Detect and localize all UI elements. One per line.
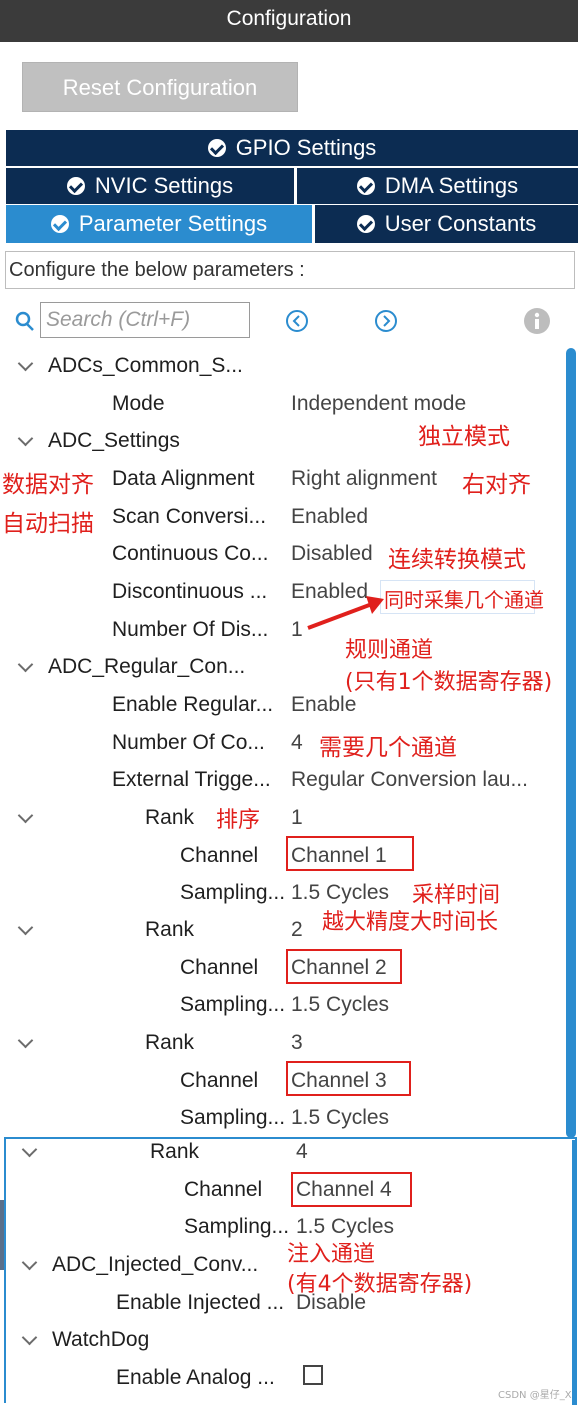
rank-1-sampling-value[interactable]: 1.5 Cycles — [291, 881, 389, 905]
chevron-down-icon[interactable] — [17, 656, 34, 673]
rank-3-sampling-label: Sampling... — [180, 1106, 286, 1129]
annotation-independent-mode: 独立模式 — [418, 424, 510, 450]
chevron-down-icon[interactable] — [17, 919, 34, 936]
rank-4-value[interactable]: 4 — [296, 1140, 308, 1164]
rank-4-sampling-label: Sampling... — [184, 1215, 290, 1238]
param-data-alignment-value[interactable]: Right alignment — [291, 467, 437, 491]
param-external-trigger-label: External Trigge... — [112, 768, 271, 791]
param-continuous-value[interactable]: Disabled — [291, 542, 373, 566]
chevron-down-icon[interactable] — [17, 1032, 34, 1049]
highlight-box — [291, 1172, 412, 1207]
watermark: CSDN @星仔_X — [498, 1390, 572, 1401]
tab-dma-settings[interactable]: DMA Settings — [297, 168, 578, 204]
tab-parameter-settings[interactable]: Parameter Settings — [6, 205, 312, 243]
chevron-down-icon[interactable] — [17, 355, 34, 372]
reset-configuration-button[interactable]: Reset Configuration — [22, 62, 298, 112]
group-adc-regular-conversion[interactable]: ADC_Regular_Con... — [48, 655, 245, 679]
param-number-of-conversion-value[interactable]: 4 — [291, 731, 303, 755]
annotation-auto-scan: 自动扫描 — [2, 511, 94, 537]
param-mode-value[interactable]: Independent mode — [291, 392, 466, 416]
annotation-injected-channel: 注入通道 — [287, 1242, 376, 1267]
group-adc-injected-conversion[interactable]: ADC_Injected_Conv... — [52, 1253, 258, 1277]
panel-edge-marker — [0, 1200, 4, 1270]
rank-4-label[interactable]: Rank — [150, 1140, 199, 1164]
param-data-alignment-label: Data Alignment — [112, 467, 255, 490]
tab-gpio-settings[interactable]: GPIO Settings — [6, 130, 578, 166]
param-scan-conversion-label: Scan Conversi... — [112, 505, 267, 528]
chevron-down-icon[interactable] — [17, 807, 34, 824]
rank-2-label[interactable]: Rank — [145, 918, 194, 942]
annotation-how-many-channels: 需要几个通道 — [319, 735, 457, 761]
annotation-regular-channel: 规则通道 — [345, 638, 434, 663]
group-adcs-common-settings[interactable]: ADCs_Common_S... — [48, 354, 243, 378]
search-icon — [15, 311, 34, 331]
param-enable-regular-label: Enable Regular... — [112, 693, 274, 716]
previous-match-icon[interactable] — [284, 308, 310, 334]
header-title: Configuration — [226, 7, 352, 30]
rank-1-channel-label: Channel — [180, 844, 259, 867]
param-number-of-dis-label: Number Of Dis... — [112, 618, 269, 641]
param-continuous-label: Continuous Co... — [112, 542, 269, 565]
param-enable-injected-label: Enable Injected ... — [116, 1291, 285, 1314]
param-mode-label: Mode — [112, 392, 165, 415]
check-circle-icon — [356, 177, 375, 195]
rank-3-label[interactable]: Rank — [145, 1031, 194, 1055]
rank-1-label[interactable]: Rank — [145, 806, 194, 830]
group-adc-settings[interactable]: ADC_Settings — [48, 429, 180, 453]
tab-user-constants[interactable]: User Constants — [315, 205, 578, 243]
check-circle-icon — [50, 215, 69, 233]
annotation-simultaneous: 同时采集几个通道 — [384, 588, 544, 612]
annotation-sort: 排序 — [216, 808, 261, 833]
rank-3-value[interactable]: 3 — [291, 1031, 303, 1055]
check-circle-icon — [207, 139, 226, 157]
check-circle-icon — [356, 215, 375, 233]
annotation-continuous-mode: 连续转换模式 — [388, 547, 526, 573]
param-external-trigger-value[interactable]: Regular Conversion lau... — [291, 768, 528, 792]
annotation-data-alignment: 数据对齐 — [2, 472, 94, 498]
arrow-annotation-icon — [307, 596, 384, 630]
chevron-down-icon[interactable] — [17, 430, 34, 447]
param-scan-conversion-value[interactable]: Enabled — [291, 505, 368, 529]
highlight-box — [286, 949, 402, 984]
enable-analog-checkbox[interactable] — [303, 1365, 323, 1385]
rank-2-sampling-value[interactable]: 1.5 Cycles — [291, 993, 389, 1017]
rank-2-sampling-label: Sampling... — [180, 993, 286, 1016]
check-circle-icon — [66, 177, 85, 195]
rank-3-sampling-value[interactable]: 1.5 Cycles — [291, 1106, 389, 1130]
next-match-icon[interactable] — [373, 308, 399, 334]
configure-parameters-label: Configure the below parameters : — [5, 251, 575, 289]
annotation-regular-channel-note: (只有1个数据寄存器) — [345, 670, 553, 695]
annotation-right-alignment: 右对齐 — [462, 472, 531, 498]
highlight-box — [286, 1061, 411, 1096]
vertical-scrollbar[interactable] — [566, 348, 576, 1138]
rank-1-value[interactable]: 1 — [291, 806, 303, 830]
rank-2-value[interactable]: 2 — [291, 918, 303, 942]
annotation-injected-note: (有4个数据寄存器) — [287, 1272, 473, 1297]
highlight-box — [286, 836, 414, 871]
param-discontinuous-label: Discontinuous ... — [112, 580, 268, 603]
annotation-sampling-note: 越大精度大时间长 — [322, 910, 499, 935]
tab-nvic-settings[interactable]: NVIC Settings — [6, 168, 294, 204]
group-watchdog[interactable]: WatchDog — [52, 1328, 149, 1352]
search-input[interactable]: Search (Ctrl+F) — [40, 302, 250, 338]
param-enable-analog-label: Enable Analog ... — [116, 1366, 275, 1389]
info-icon[interactable] — [522, 306, 552, 336]
param-number-of-conversion-label: Number Of Co... — [112, 731, 265, 754]
rank-2-channel-label: Channel — [180, 956, 259, 979]
rank-3-channel-label: Channel — [180, 1069, 259, 1092]
rank-1-sampling-label: Sampling... — [180, 881, 286, 904]
param-enable-regular-value[interactable]: Enable — [291, 693, 356, 717]
rank-4-channel-label: Channel — [184, 1178, 263, 1201]
vertical-scrollbar[interactable] — [572, 1140, 577, 1405]
